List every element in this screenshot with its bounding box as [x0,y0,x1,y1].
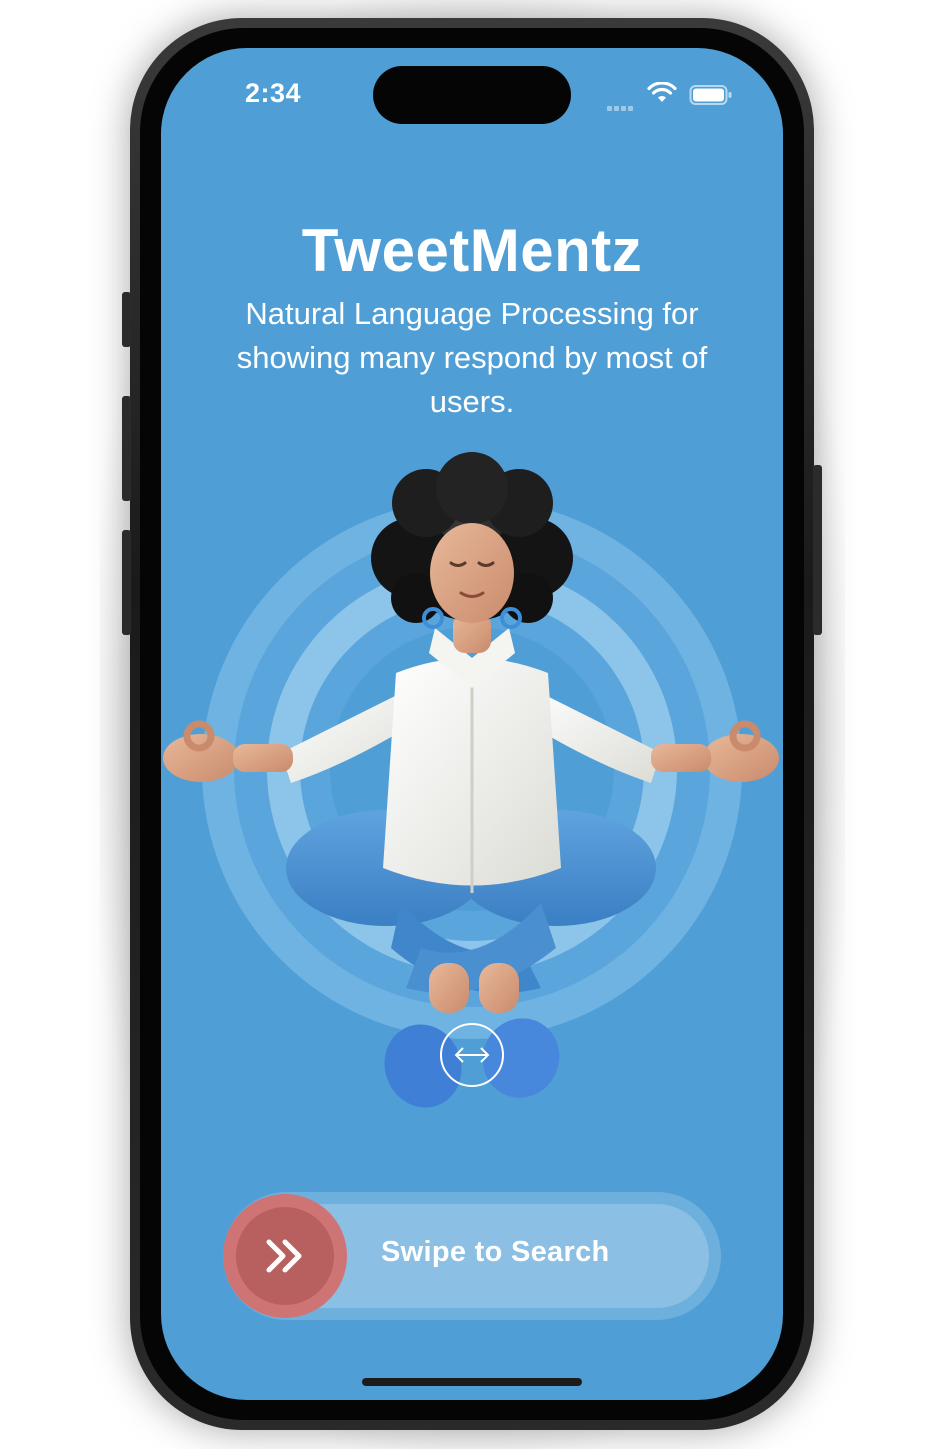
app-subtitle: Natural Language Processing for showing … [236,296,708,419]
left-right-arrow-icon [440,1023,504,1087]
swipe-handle[interactable] [223,1194,347,1318]
home-indicator[interactable] [362,1378,582,1386]
status-time: 2:34 [245,78,302,108]
volume-down-button [122,530,131,635]
battery-icon [689,85,732,105]
swipe-label: Swipe to Search [381,1236,610,1268]
power-button [813,465,822,635]
double-chevron-right-icon [266,1239,302,1273]
swipe-to-search-slider[interactable]: Swipe to Search [223,1192,721,1320]
app-title: TweetMentz [301,217,643,284]
action-button [122,292,131,347]
wifi-icon [647,82,677,102]
app-screen: 2:34 TweetMentz Natural Language Process… [161,48,783,1400]
volume-up-button [122,396,131,501]
cellular-signal-icon [607,98,635,116]
dynamic-island [373,66,571,124]
